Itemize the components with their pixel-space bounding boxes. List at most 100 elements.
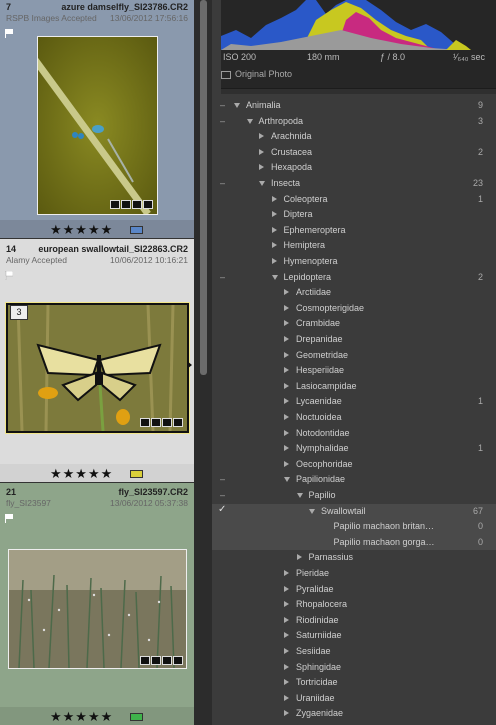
keyword-row[interactable]: Coleoptera 1 <box>212 192 496 208</box>
disclosure-closed-icon[interactable] <box>284 351 289 358</box>
disclosure-closed-icon[interactable] <box>271 211 277 218</box>
disclosure-closed-icon[interactable] <box>284 445 289 452</box>
disclosure-closed-icon[interactable] <box>284 679 289 686</box>
collapse-minus-icon[interactable]: – <box>220 272 225 282</box>
keyword-row[interactable]: ✓ Swallowtail 67 <box>212 503 496 520</box>
disclosure-closed-icon[interactable] <box>284 570 289 576</box>
disclosure-closed-icon[interactable] <box>284 320 289 327</box>
keyword-row[interactable]: Sesiidae <box>212 644 496 660</box>
grid-scrollbar[interactable] <box>200 0 207 375</box>
disclosure-closed-icon[interactable] <box>284 694 289 701</box>
keyword-row[interactable]: – Insecta 23 <box>212 176 496 192</box>
disclosure-closed-icon[interactable] <box>271 258 277 264</box>
keyword-row[interactable]: Zygaenidae <box>212 706 496 722</box>
color-label[interactable] <box>130 226 143 234</box>
keyword-row[interactable]: Uraniidae <box>212 691 496 707</box>
disclosure-closed-icon[interactable] <box>284 429 289 436</box>
keyword-row[interactable]: Pyralidae <box>212 582 496 598</box>
keyword-row[interactable]: Hemiptera <box>212 238 496 254</box>
keyword-row[interactable]: Nymphalidae 1 <box>212 441 496 457</box>
disclosure-closed-icon[interactable] <box>284 632 289 639</box>
disclosure-closed-icon[interactable] <box>284 414 289 420</box>
keyword-row[interactable]: Hexapoda <box>212 160 496 176</box>
disclosure-closed-icon[interactable] <box>284 304 289 311</box>
disclosure-closed-icon[interactable] <box>259 133 264 140</box>
keyword-row[interactable]: Saturniidae <box>212 628 496 644</box>
disclosure-open-icon[interactable] <box>284 477 290 483</box>
disclosure-closed-icon[interactable] <box>284 616 289 623</box>
color-label[interactable] <box>130 713 143 721</box>
keyword-row[interactable]: Diptera <box>212 207 496 223</box>
keyword-row[interactable]: Lasiocampidae <box>212 379 496 395</box>
disclosure-open-icon[interactable] <box>259 181 265 186</box>
disclosure-open-icon[interactable] <box>246 118 253 124</box>
photo-thumbnail[interactable] <box>5 302 190 434</box>
collapse-arrow-icon[interactable] <box>187 361 192 369</box>
keyword-row[interactable]: Geometridae <box>212 348 496 364</box>
keyword-row[interactable]: Crustacea 2 <box>212 145 496 161</box>
disclosure-open-icon[interactable] <box>296 493 303 498</box>
disclosure-closed-icon[interactable] <box>259 148 264 155</box>
photo-thumbnail[interactable] <box>8 549 187 669</box>
disclosure-closed-icon[interactable] <box>259 164 264 171</box>
disclosure-closed-icon[interactable] <box>284 585 289 592</box>
keyword-row[interactable]: Papilio machaon gorga… 0 <box>212 534 496 551</box>
star-rating[interactable]: ★★★★★ <box>50 709 113 725</box>
collapse-minus-icon[interactable]: – <box>220 178 225 188</box>
disclosure-closed-icon[interactable] <box>271 226 277 233</box>
keyword-row[interactable]: Lycaenidae 1 <box>212 394 496 410</box>
keyword-row[interactable]: Tortricidae <box>212 675 496 691</box>
keyword-row[interactable]: Rhopalocera <box>212 597 496 613</box>
collapse-minus-icon[interactable]: – <box>220 490 225 500</box>
disclosure-closed-icon[interactable] <box>271 242 277 249</box>
disclosure-closed-icon[interactable] <box>284 710 289 717</box>
disclosure-closed-icon[interactable] <box>284 648 289 654</box>
keyword-row[interactable]: – Arthropoda 3 <box>212 114 496 130</box>
collapse-minus-icon[interactable]: – <box>220 474 225 484</box>
keyword-row[interactable]: Cosmopterigidae <box>212 301 496 317</box>
grid-cell[interactable]: 14 european swallowtail_SI22863.CR2 Alam… <box>0 239 194 483</box>
grid-cell[interactable]: 21 fly_SI23597.CR2 fly_SI23597 13/06/201… <box>0 483 194 725</box>
collapse-minus-icon[interactable]: – <box>220 100 225 110</box>
keyword-row[interactable]: Crambidae <box>212 316 496 332</box>
keyword-row[interactable]: Pieridae <box>212 566 496 582</box>
keyword-row[interactable]: Hymenoptera <box>212 254 496 270</box>
histogram[interactable]: ISO 200 180 mm ƒ / 8.0 ¹⁄₆₄₀ sec Origina… <box>221 0 496 89</box>
disclosure-open-icon[interactable] <box>309 508 315 514</box>
star-rating[interactable]: ★★★★★ <box>50 222 113 238</box>
keyword-row[interactable]: – Lepidoptera 2 <box>212 270 496 286</box>
disclosure-closed-icon[interactable] <box>271 195 277 202</box>
disclosure-closed-icon[interactable] <box>284 367 289 374</box>
keyword-row[interactable]: Parnassius <box>212 550 496 566</box>
disclosure-open-icon[interactable] <box>234 103 240 108</box>
checkbox-icon[interactable] <box>221 70 231 79</box>
disclosure-closed-icon[interactable] <box>284 601 289 608</box>
flag-icon[interactable] <box>5 514 13 523</box>
keyword-row[interactable]: Noctuoidea <box>212 410 496 426</box>
disclosure-closed-icon[interactable] <box>296 554 302 561</box>
checkmark-icon[interactable]: ✓ <box>218 504 226 515</box>
keyword-row[interactable]: – Papilio <box>212 488 496 504</box>
keyword-row[interactable]: Papilio machaon britan… 0 <box>212 519 496 535</box>
color-label[interactable] <box>130 470 143 478</box>
photo-thumbnail[interactable] <box>37 36 158 215</box>
grid-cell[interactable]: 7 azure damselfly_SI23786.CR2 RSPB Image… <box>0 0 194 239</box>
keyword-row[interactable]: Notodontidae <box>212 426 496 442</box>
keyword-row[interactable]: Hesperiidae <box>212 363 496 379</box>
disclosure-closed-icon[interactable] <box>284 398 289 405</box>
flag-icon[interactable] <box>5 29 13 38</box>
original-photo-toggle[interactable]: Original Photo <box>221 69 292 79</box>
keyword-row[interactable]: Arctiidae <box>212 285 496 301</box>
filmstrip-grid[interactable]: 7 azure damselfly_SI23786.CR2 RSPB Image… <box>0 0 194 725</box>
disclosure-open-icon[interactable] <box>271 274 278 280</box>
collapse-minus-icon[interactable]: – <box>220 116 225 126</box>
stack-count-badge[interactable]: 3 <box>10 305 28 320</box>
keyword-row[interactable]: Oecophoridae <box>212 457 496 473</box>
keyword-row[interactable]: Ephemeroptera <box>212 223 496 239</box>
star-rating[interactable]: ★★★★★ <box>50 466 113 482</box>
keyword-row[interactable]: – Papilionidae <box>212 472 496 488</box>
disclosure-closed-icon[interactable] <box>284 382 289 389</box>
flag-icon[interactable] <box>5 271 13 280</box>
keyword-row[interactable]: Drepanidae <box>212 332 496 348</box>
disclosure-closed-icon[interactable] <box>284 336 289 342</box>
